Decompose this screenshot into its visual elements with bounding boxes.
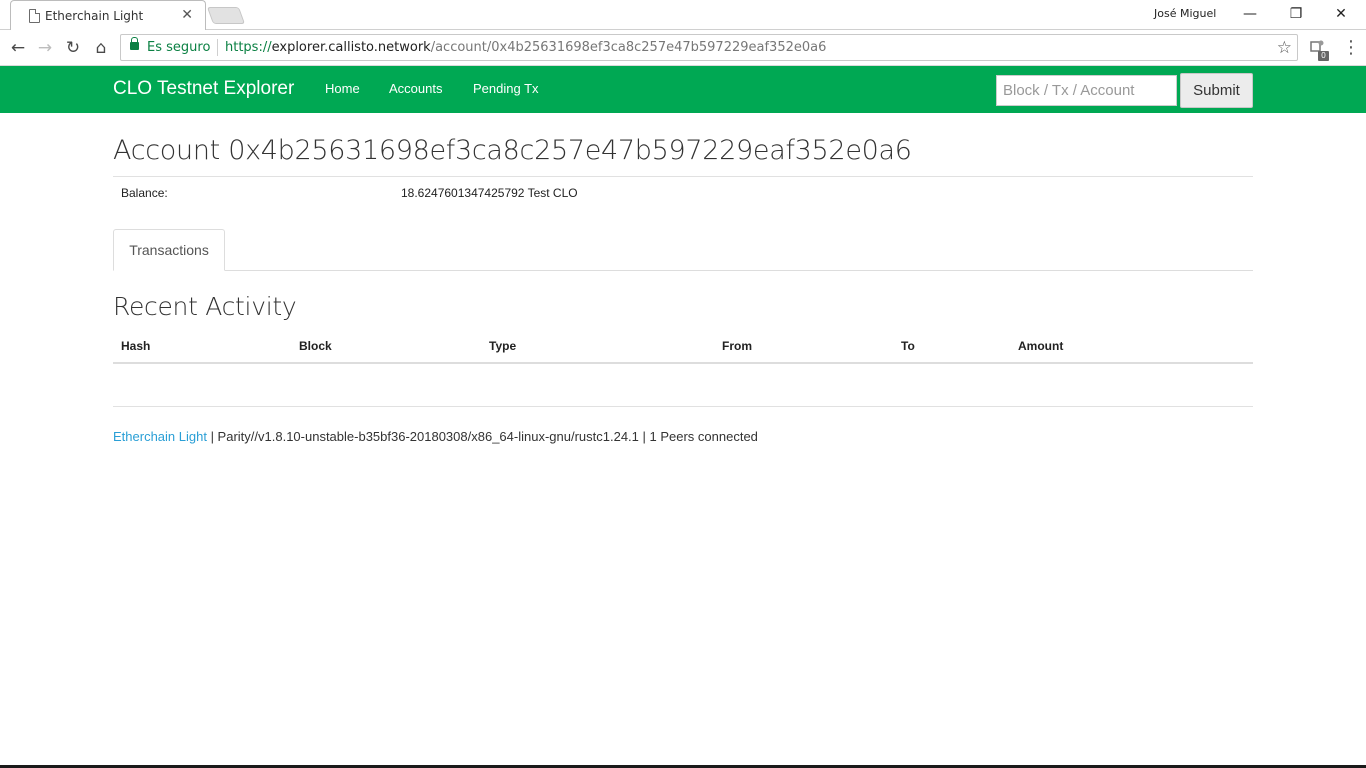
secure-label[interactable]: Es seguro: [147, 40, 210, 55]
browser-menu-icon[interactable]: ⋮: [1342, 37, 1360, 58]
lock-icon[interactable]: [130, 37, 139, 50]
document-icon: [29, 9, 40, 23]
footer: Etherchain Light | Parity//v1.8.10-unsta…: [113, 429, 758, 444]
back-arrow-icon[interactable]: ←: [6, 36, 30, 60]
tab-transactions[interactable]: Transactions: [113, 229, 225, 271]
close-tab-icon[interactable]: ✕: [181, 7, 193, 23]
nav-link-pending-tx[interactable]: Pending Tx: [473, 81, 539, 96]
footer-divider: [113, 406, 1253, 407]
column-header-hash: Hash: [121, 339, 151, 353]
site-brand[interactable]: CLO Testnet Explorer: [113, 78, 294, 100]
submit-button[interactable]: Submit: [1180, 73, 1253, 108]
column-header-block: Block: [299, 339, 332, 353]
column-header-type: Type: [489, 339, 517, 353]
close-window-button[interactable]: ✕: [1318, 3, 1364, 25]
url-scheme: https://: [225, 40, 272, 55]
footer-link-etherchain[interactable]: Etherchain Light: [113, 429, 207, 444]
tab-title: Etherchain Light: [45, 9, 144, 23]
site-navbar: CLO Testnet Explorer Home Accounts Pendi…: [0, 66, 1366, 113]
nav-link-accounts[interactable]: Accounts: [389, 81, 442, 96]
address-bar[interactable]: Es seguro https://explorer.callisto.netw…: [120, 34, 1298, 61]
balance-label: Balance:: [121, 186, 168, 200]
search-input[interactable]: [996, 75, 1177, 106]
url-separator: [217, 39, 218, 56]
browser-tab-active[interactable]: Etherchain Light ✕: [10, 0, 206, 30]
section-title: Recent Activity: [113, 292, 297, 321]
reload-icon[interactable]: ↻: [61, 36, 85, 60]
url-host: explorer.callisto.network: [271, 40, 431, 55]
balance-value: 18.6247601347425792 Test CLO: [401, 186, 578, 200]
forward-arrow-icon[interactable]: →: [33, 36, 57, 60]
browser-tabstrip: Etherchain Light ✕ José Miguel — ❐ ✕: [0, 0, 1366, 30]
url-text[interactable]: https://explorer.callisto.network/accoun…: [225, 40, 826, 55]
restore-button[interactable]: ❐: [1273, 3, 1319, 25]
page-title: Account 0x4b25631698ef3ca8c257e47b597229…: [113, 135, 912, 166]
column-header-amount: Amount: [1018, 339, 1064, 353]
extension-badge: 0: [1318, 51, 1329, 61]
home-icon[interactable]: ⌂: [89, 36, 113, 60]
minimize-button[interactable]: —: [1227, 3, 1273, 25]
table-header-divider: [113, 362, 1253, 364]
new-tab-button[interactable]: [206, 7, 246, 24]
footer-text: | Parity//v1.8.10-unstable-b35bf36-20180…: [206, 429, 758, 444]
column-header-from: From: [722, 339, 752, 353]
tab-bar-line: [113, 270, 1253, 271]
profile-name[interactable]: José Miguel: [1154, 7, 1216, 20]
nav-link-home[interactable]: Home: [325, 81, 360, 96]
divider: [113, 176, 1253, 177]
url-path: /account/0x4b25631698ef3ca8c257e47b59722…: [430, 40, 827, 55]
browser-toolbar: ← → ↻ ⌂ Es seguro https://explorer.calli…: [0, 30, 1366, 66]
column-header-to: To: [901, 339, 915, 353]
bookmark-star-icon[interactable]: ☆: [1277, 38, 1292, 58]
